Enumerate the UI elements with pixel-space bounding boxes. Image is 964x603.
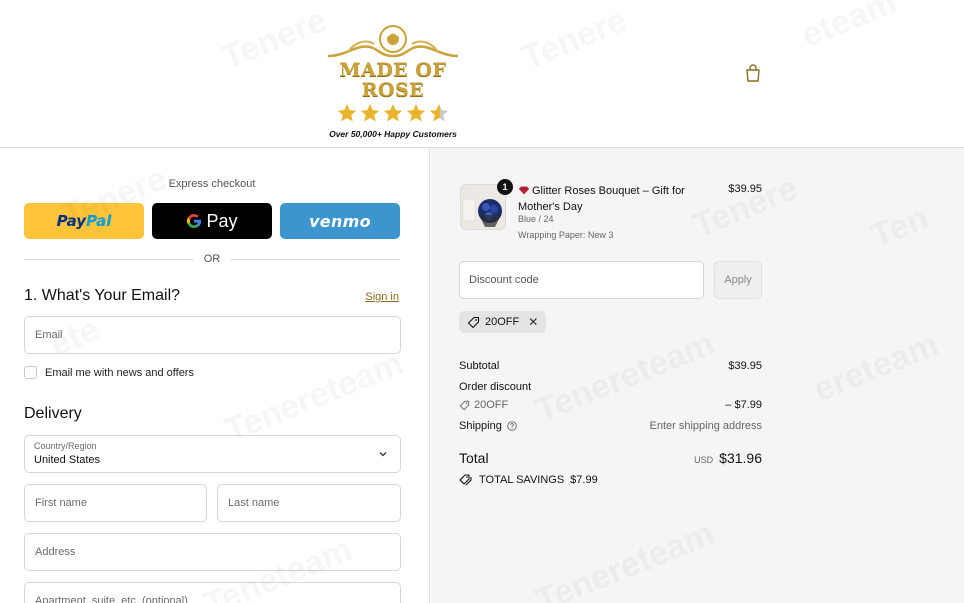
total-label: Total: [459, 450, 489, 466]
product-name: Glitter Roses Bouquet – Gift for Mother'…: [518, 183, 696, 215]
total-amount: USD $31.96: [694, 450, 762, 466]
order-discount-code: 20OFF: [474, 399, 509, 411]
address-input[interactable]: [25, 534, 400, 570]
brand-name: MADE OF ROSE: [339, 59, 447, 101]
order-discount-code-row: 20OFF: [459, 399, 508, 411]
shipping-label: Shipping: [459, 420, 502, 432]
chevron-down-icon: [379, 452, 387, 457]
newsletter-checkbox[interactable]: [24, 366, 37, 379]
delivery-heading: Delivery: [24, 405, 82, 422]
newsletter-row[interactable]: Email me with news and offers: [24, 366, 194, 379]
shipping-value: Enter shipping address: [649, 420, 762, 432]
help-icon[interactable]: [507, 421, 517, 431]
rose-crest-icon: [327, 25, 459, 58]
express-checkout-title: Express checkout: [168, 178, 256, 190]
address-field[interactable]: [24, 533, 401, 571]
tags-icon: [459, 474, 472, 486]
tagline: Over 50,000+ Happy Customers: [329, 129, 457, 139]
subtotal-label: Subtotal: [459, 360, 500, 372]
tag-icon: [459, 400, 470, 410]
checkout-form: Express checkout Pay Pal Pay venmo OR 1. …: [0, 148, 430, 603]
tag-icon: [467, 316, 480, 328]
first-name-input[interactable]: [25, 485, 206, 521]
remove-discount-icon[interactable]: ✕: [528, 315, 538, 329]
country-value: United States: [34, 454, 101, 466]
or-divider: OR: [24, 252, 400, 266]
brand-logo[interactable]: MADE OF ROSE Over 50,000+ Happy Customer…: [318, 22, 468, 139]
email-input[interactable]: [25, 317, 400, 353]
sign-in-link[interactable]: Sign in: [365, 291, 399, 303]
total-savings-row: TOTAL SAVINGS $7.99: [459, 474, 598, 486]
discount-code-field[interactable]: [459, 261, 704, 299]
google-pay-button[interactable]: Pay: [152, 203, 272, 239]
product-price: $39.95: [728, 183, 762, 195]
subtotal-value: $39.95: [728, 360, 762, 372]
email-field[interactable]: [24, 316, 401, 354]
first-name-field[interactable]: [24, 484, 207, 522]
savings-label: TOTAL SAVINGS: [479, 474, 565, 486]
last-name-input[interactable]: [218, 485, 400, 521]
paypal-button[interactable]: Pay Pal: [24, 203, 144, 239]
google-g-icon: [187, 214, 202, 229]
rating-stars: [318, 102, 468, 126]
paypal-logo-text: Pay: [56, 212, 87, 230]
gem-icon: [519, 186, 529, 195]
order-summary: 1 Glitter Roses Bouquet – Gift for Mothe…: [431, 148, 964, 603]
total-currency: USD: [694, 455, 714, 465]
star-icon: [337, 103, 357, 122]
site-header: MADE OF ROSE Over 50,000+ Happy Customer…: [0, 0, 964, 148]
or-label: OR: [203, 253, 221, 265]
product-name-text: Glitter Roses Bouquet – Gift for Mother'…: [518, 185, 685, 213]
apply-discount-button[interactable]: Apply: [714, 261, 762, 299]
savings-value: $7.99: [570, 474, 598, 486]
discount-code-input[interactable]: [460, 262, 703, 298]
newsletter-label: Email me with news and offers: [45, 366, 194, 379]
applied-discount-code: 20OFF: [485, 316, 520, 328]
half-star-icon: [429, 103, 449, 122]
apartment-field[interactable]: [24, 582, 401, 603]
country-select[interactable]: Country/Region United States: [24, 435, 401, 473]
order-discount-label: Order discount: [459, 381, 532, 393]
star-icon: [360, 103, 380, 122]
product-wrapping: Wrapping Paper: New 3: [518, 230, 614, 240]
email-section-heading: 1. What's Your Email?: [24, 287, 181, 304]
paypal-logo-text-2: Pal: [86, 212, 112, 230]
quantity-badge: 1: [497, 179, 513, 195]
last-name-field[interactable]: [217, 484, 401, 522]
applied-discount-chip: 20OFF ✕: [459, 311, 547, 333]
venmo-label: venmo: [309, 211, 371, 231]
total-value: $31.96: [719, 450, 762, 466]
order-discount-value: – $7.99: [725, 399, 762, 411]
shipping-row: Shipping: [459, 420, 517, 432]
google-pay-label: Pay: [206, 210, 238, 231]
venmo-button[interactable]: venmo: [280, 203, 400, 239]
product-variant: Blue / 24: [518, 214, 554, 224]
shopping-bag-icon[interactable]: [745, 64, 761, 82]
star-icon: [383, 103, 403, 122]
country-label: Country/Region: [34, 441, 97, 451]
star-icon: [406, 103, 426, 122]
apartment-input[interactable]: [25, 583, 400, 603]
